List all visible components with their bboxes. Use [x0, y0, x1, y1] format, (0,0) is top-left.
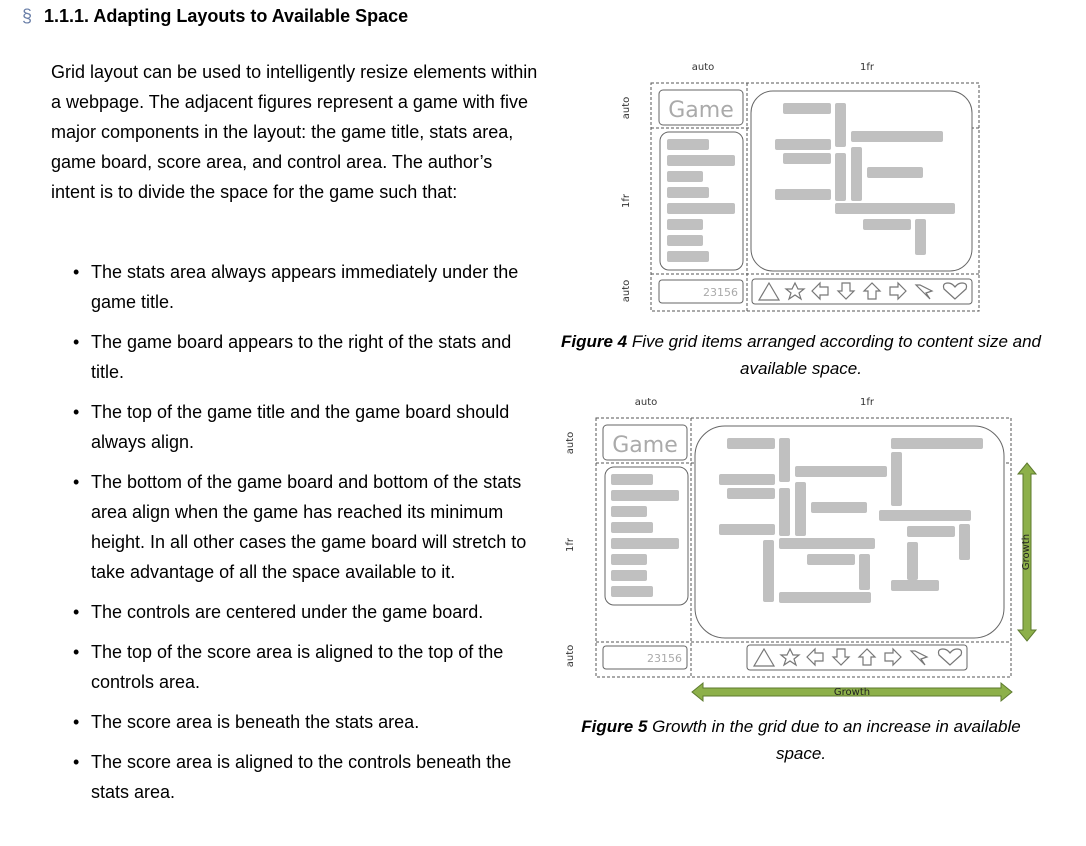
- fig5-game-title-text: Game: [612, 433, 678, 458]
- figure5-caption: Figure 5 Growth in the grid due to an in…: [556, 713, 1046, 767]
- list-item: • The stats area always appears immediate…: [73, 262, 519, 312]
- fig4-game-title-text: Game: [668, 98, 734, 123]
- list-item: • The top of the game title and the game …: [73, 402, 510, 452]
- fig5-row-label-auto-top: auto: [565, 432, 576, 455]
- list-item: • The controls are centered under the gam…: [73, 602, 484, 622]
- fig5-score-text: 23156: [647, 652, 682, 665]
- figure5-diagram: auto 1fr auto 1fr auto Game 23156 Growth…: [565, 397, 1038, 703]
- list-item-text: The top of the game title and the game b…: [91, 402, 510, 452]
- section-heading: § 1.1.1. Adapting Layouts to Available Sp…: [22, 6, 408, 27]
- list-item: • The game board appears to the right of …: [73, 332, 512, 382]
- intro-paragraph: Grid layout can be used to intelligently…: [51, 62, 538, 202]
- requirements-list: • The stats area always appears immediate…: [51, 257, 541, 817]
- fig4-col-label-auto: auto: [692, 62, 715, 73]
- list-item: • The score area is aligned to the contro…: [73, 752, 512, 802]
- figure4-caption-text: Five grid items arranged according to co…: [627, 332, 1041, 378]
- fig4-col-label-1fr: 1fr: [860, 62, 875, 73]
- list-item-text: The score area is beneath the stats area…: [91, 712, 420, 732]
- fig5-col-label-auto: auto: [635, 397, 658, 408]
- fig4-controls-area: [751, 278, 973, 305]
- figure5-caption-label: Figure 5: [581, 717, 648, 736]
- fig5-growth-horizontal-label: Growth: [834, 687, 870, 698]
- list-item-text: The top of the score area is aligned to …: [91, 642, 504, 692]
- list-item: • The bottom of the game board and bottom…: [73, 472, 527, 582]
- fig5-growth-arrow-horizontal: Growth: [691, 681, 1013, 703]
- list-item: • The score area is beneath the stats are…: [73, 712, 420, 732]
- fig5-row-label-auto-bottom: auto: [565, 645, 576, 668]
- fig5-controls-area: [746, 644, 968, 671]
- fig5-col-label-1fr: 1fr: [860, 397, 875, 408]
- fig5-growth-arrow-vertical: Growth: [1016, 462, 1038, 642]
- fig5-stats-area: [604, 466, 689, 606]
- fig4-score-text: 23156: [703, 286, 738, 299]
- figure4-caption-label: Figure 4: [560, 332, 628, 351]
- list-item-text: The bottom of the game board and bottom …: [91, 472, 527, 582]
- list-item-text: The game board appears to the right of t…: [91, 332, 512, 382]
- figure4-diagram: auto 1fr auto 1fr auto Game 23156: [621, 62, 980, 312]
- fig4-row-label-auto-bottom: auto: [621, 280, 632, 303]
- list-item: • The top of the score area is aligned to…: [73, 642, 504, 692]
- list-item-text: The stats area always appears immediatel…: [91, 262, 519, 312]
- list-item-text: The score area is aligned to the control…: [91, 752, 512, 802]
- fig4-row-label-1fr: 1fr: [621, 193, 632, 208]
- fig5-growth-vertical-label: Growth: [1021, 534, 1032, 570]
- figure5-caption-text: Growth in the grid due to an increase in…: [647, 717, 1021, 763]
- section-marker: §: [22, 6, 33, 26]
- section-title: 1.1.1. Adapting Layouts to Available Spa…: [44, 6, 409, 26]
- fig4-stats-area: [659, 131, 744, 271]
- fig5-row-label-1fr: 1fr: [565, 537, 576, 552]
- list-item-text: The controls are centered under the game…: [91, 602, 484, 622]
- figure4-caption: Figure 4 Five grid items arranged accord…: [556, 328, 1046, 382]
- fig4-row-label-auto-top: auto: [621, 97, 632, 120]
